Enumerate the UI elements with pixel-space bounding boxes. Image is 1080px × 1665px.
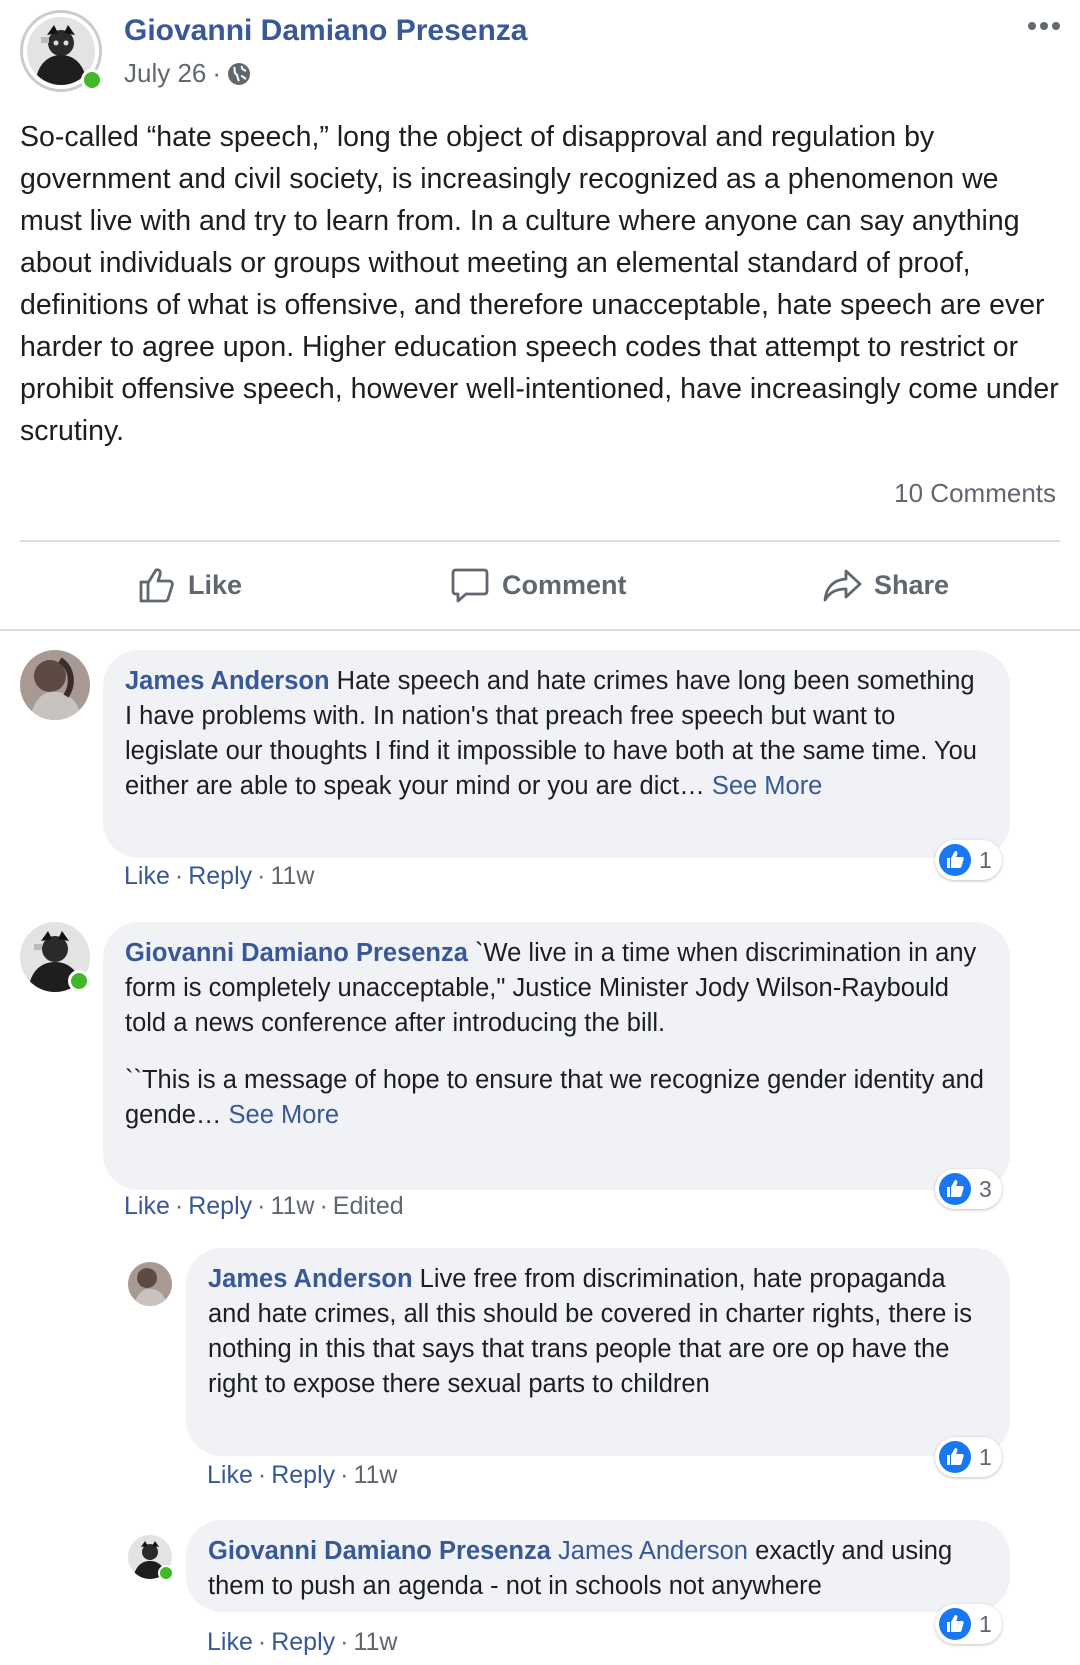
- online-status-dot: [68, 970, 90, 992]
- comment-bubble-icon: [451, 568, 489, 603]
- reaction-count[interactable]: 1: [935, 1604, 1002, 1644]
- mentioned-user[interactable]: James Anderson: [558, 1537, 748, 1565]
- comment-button[interactable]: Comment: [450, 565, 627, 605]
- comment-bubble: James Anderson Live free from discrimina…: [186, 1248, 1010, 1456]
- comment-bubble: Giovanni Damiano Presenza James Anderson…: [186, 1520, 1010, 1612]
- comment-reply-link[interactable]: Reply: [271, 1628, 335, 1656]
- comment-actions: Like · Reply · 11w: [207, 1628, 398, 1656]
- comment-bubble: Giovanni Damiano Presenza `We live in a …: [103, 922, 1010, 1190]
- comment-like-link[interactable]: Like: [124, 1192, 170, 1220]
- post-date[interactable]: July 26: [124, 58, 206, 89]
- reaction-number: 1: [979, 1610, 992, 1637]
- online-status-dot: [158, 1565, 174, 1581]
- edited-label[interactable]: Edited: [333, 1192, 404, 1220]
- post-text: So-called “hate speech,” long the object…: [20, 121, 1059, 447]
- like-button[interactable]: Like: [136, 565, 242, 605]
- divider: [0, 629, 1080, 631]
- like-reaction-icon: [939, 1441, 971, 1473]
- comment-author[interactable]: Giovanni Damiano Presenza: [208, 1537, 551, 1565]
- commenter-avatar[interactable]: [20, 922, 90, 992]
- see-more-link[interactable]: See More: [712, 772, 823, 800]
- comment-actions: Like · Reply · 11w: [207, 1461, 398, 1489]
- comment-reply-link[interactable]: Reply: [188, 1192, 252, 1220]
- like-reaction-icon: [939, 1608, 971, 1640]
- like-reaction-icon: [939, 844, 971, 876]
- commenter-avatar[interactable]: [128, 1535, 174, 1581]
- reaction-count[interactable]: 1: [935, 840, 1002, 880]
- like-reaction-icon: [939, 1173, 971, 1205]
- comment-reply-link[interactable]: Reply: [271, 1461, 335, 1489]
- author-avatar[interactable]: [20, 10, 103, 92]
- comment-reply-link[interactable]: Reply: [188, 862, 252, 890]
- comments-count-link[interactable]: 10 Comments: [894, 478, 1056, 509]
- post-action-bar: Like Comment Share: [0, 545, 1080, 625]
- like-label: Like: [188, 569, 243, 600]
- share-button[interactable]: Share: [822, 565, 949, 605]
- comment-author[interactable]: James Anderson: [208, 1265, 413, 1293]
- comment-label: Comment: [502, 569, 627, 600]
- comment-timestamp[interactable]: 11w: [270, 862, 314, 890]
- comment-like-link[interactable]: Like: [207, 1461, 253, 1489]
- share-label: Share: [874, 569, 950, 600]
- post-author-name[interactable]: Giovanni Damiano Presenza: [124, 14, 527, 48]
- comment-bubble: James Anderson Hate speech and hate crim…: [103, 650, 1010, 858]
- comment-author[interactable]: James Anderson: [125, 667, 330, 695]
- comment-timestamp[interactable]: 11w: [353, 1461, 397, 1489]
- more-options-icon[interactable]: [1024, 14, 1064, 38]
- divider: [20, 540, 1060, 542]
- comment-like-link[interactable]: Like: [207, 1628, 253, 1656]
- commenter-avatar[interactable]: [128, 1262, 172, 1306]
- comment-timestamp[interactable]: 11w: [270, 1192, 314, 1220]
- commenter-avatar[interactable]: [20, 650, 90, 720]
- post-header: Giovanni Damiano Presenza July 26 ·: [0, 0, 1080, 110]
- reaction-number: 1: [979, 846, 992, 873]
- share-arrow-icon: [823, 569, 862, 602]
- comment-actions: Like · Reply · 11w: [124, 862, 315, 890]
- meta-separator: ·: [212, 58, 222, 88]
- reaction-number: 1: [979, 1443, 992, 1470]
- reaction-number: 3: [979, 1175, 992, 1202]
- online-status-dot: [81, 69, 103, 91]
- reaction-count[interactable]: 3: [935, 1169, 1002, 1209]
- reaction-count[interactable]: 1: [935, 1437, 1002, 1477]
- comment-like-link[interactable]: Like: [124, 862, 170, 890]
- comment-timestamp[interactable]: 11w: [353, 1628, 397, 1656]
- comment-actions: Like · Reply · 11w · Edited: [124, 1192, 404, 1220]
- thumbs-up-icon: [139, 568, 174, 603]
- comment-author[interactable]: Giovanni Damiano Presenza: [125, 939, 468, 967]
- globe-icon: [228, 62, 251, 85]
- post-meta: July 26 ·: [124, 58, 251, 89]
- see-more-link[interactable]: See More: [229, 1101, 340, 1129]
